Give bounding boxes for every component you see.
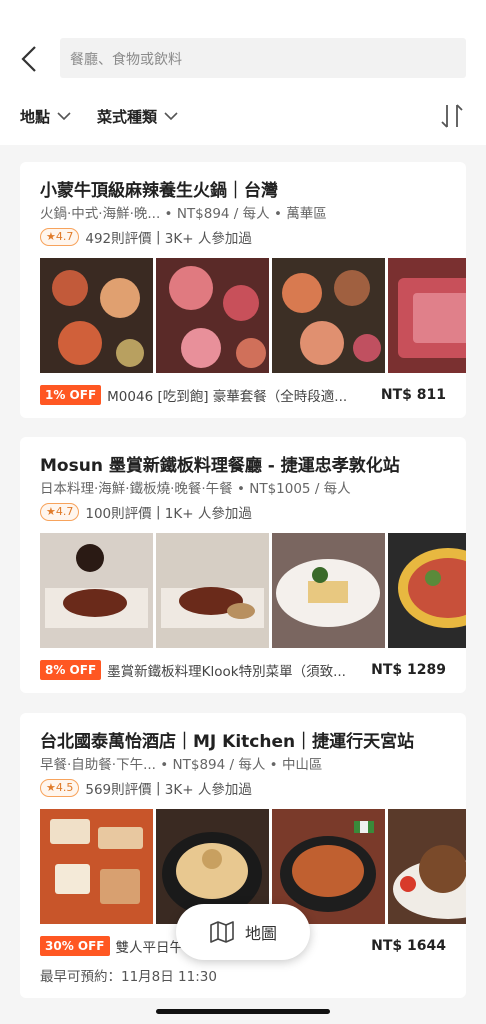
location-filter[interactable]: 地點 (20, 106, 71, 127)
location-filter-label: 地點 (20, 108, 51, 126)
star-icon: ★ (46, 230, 56, 243)
joined-count: 1K+ 人參加過 (164, 506, 252, 522)
search-input[interactable]: 餐廳、食物或飲料 (60, 38, 466, 78)
rating-row: ★4.7 492則評價 | 3K+ 人參加過 (40, 227, 252, 247)
rating-row: ★4.5 569則評價 | 3K+ 人參加過 (40, 778, 252, 798)
offer-price: NT$ 1644 (371, 938, 446, 954)
food-photo (388, 809, 466, 924)
photo-gallery[interactable] (40, 258, 466, 373)
review-count: 492則評價 (85, 231, 152, 247)
food-photo (272, 533, 385, 648)
restaurant-price: NT$894 / 每人 (172, 757, 266, 773)
food-photo (272, 258, 385, 373)
joined-count: 3K+ 人參加過 (164, 231, 252, 247)
offer-description: M0046 [吃到飽] 豪華套餐（全時段適... (107, 389, 348, 405)
food-photo (40, 809, 153, 924)
map-icon (210, 921, 234, 943)
offer-description: 墨賞新鐵板料理Klook特別菜單（須致... (107, 664, 346, 680)
restaurant-card[interactable]: 小蒙牛頂級麻辣養生火鍋｜台灣 火鍋·中式·海鮮·晚... • NT$894 / … (20, 162, 466, 418)
restaurant-meta: 日本料理·海鮮·鐵板燒·晚餐·午餐 • NT$1005 / 每人 (40, 481, 351, 497)
restaurant-name: 小蒙牛頂級麻辣養生火鍋｜台灣 (40, 181, 278, 201)
star-icon: ★ (46, 505, 56, 518)
back-arrow-icon[interactable] (18, 44, 42, 74)
rating-badge: ★4.7 (40, 228, 80, 246)
top-bar: 餐廳、食物或飲料 地點 菜式種類 (0, 0, 486, 145)
review-count: 569則評價 (85, 782, 152, 798)
discount-badge: 30% OFF (40, 936, 110, 956)
offer-price: NT$ 811 (380, 387, 446, 403)
sort-icon[interactable] (440, 102, 464, 130)
cuisine-filter-label: 菜式種類 (97, 108, 158, 126)
restaurant-meta: 早餐·自助餐·下午... • NT$894 / 每人 • 中山區 (40, 757, 323, 773)
offer-price: NT$ 1289 (371, 662, 446, 678)
map-button-label: 地圖 (244, 924, 277, 943)
star-icon: ★ (46, 781, 56, 794)
restaurant-area: 中山區 (281, 757, 323, 773)
earliest-booking: 最早可預約：11月8日 11:30 (40, 969, 217, 985)
home-indicator (156, 1009, 330, 1014)
restaurant-name: Mosun 墨賞新鐵板料理餐廳 - 捷運忠孝敦化站 (40, 456, 400, 476)
restaurant-price: NT$1005 / 每人 (249, 481, 351, 497)
food-photo (156, 533, 269, 648)
restaurant-price: NT$894 / 每人 (176, 206, 270, 222)
discount-badge: 8% OFF (40, 660, 102, 680)
restaurant-card[interactable]: Mosun 墨賞新鐵板料理餐廳 - 捷運忠孝敦化站 日本料理·海鮮·鐵板燒·晚餐… (20, 437, 466, 693)
chevron-down-icon (57, 112, 71, 121)
restaurant-tags: 火鍋·中式·海鮮·晚... (40, 206, 161, 222)
restaurant-area: 萬華區 (286, 206, 327, 222)
chevron-down-icon (164, 112, 178, 121)
restaurant-meta: 火鍋·中式·海鮮·晚... • NT$894 / 每人 • 萬華區 (40, 206, 327, 222)
search-placeholder: 餐廳、食物或飲料 (70, 52, 182, 68)
food-photo (388, 533, 466, 648)
review-count: 100則評價 (85, 506, 152, 522)
rating-row: ★4.7 100則評價 | 1K+ 人參加過 (40, 502, 252, 522)
cuisine-filter[interactable]: 菜式種類 (97, 106, 178, 127)
restaurant-tags: 早餐·自助餐·下午... (40, 757, 156, 773)
joined-count: 3K+ 人參加過 (164, 782, 252, 798)
photo-gallery[interactable] (40, 533, 466, 648)
offer-row[interactable]: 1% OFF M0046 [吃到飽] 豪華套餐（全時段適... NT$ 811 (40, 384, 446, 406)
discount-badge: 1% OFF (40, 385, 102, 405)
offer-row[interactable]: 8% OFF 墨賞新鐵板料理Klook特別菜單（須致... NT$ 1289 (40, 659, 446, 681)
food-photo (40, 533, 153, 648)
food-photo (40, 258, 153, 373)
restaurant-tags: 日本料理·海鮮·鐵板燒·晚餐·午餐 (40, 481, 233, 497)
restaurant-name: 台北國泰萬怡酒店｜MJ Kitchen｜捷運行天宮站 (40, 732, 415, 752)
rating-badge: ★4.5 (40, 779, 80, 797)
food-photo (388, 258, 466, 373)
map-button[interactable]: 地圖 (176, 904, 310, 960)
rating-badge: ★4.7 (40, 503, 80, 521)
food-photo (156, 258, 269, 373)
